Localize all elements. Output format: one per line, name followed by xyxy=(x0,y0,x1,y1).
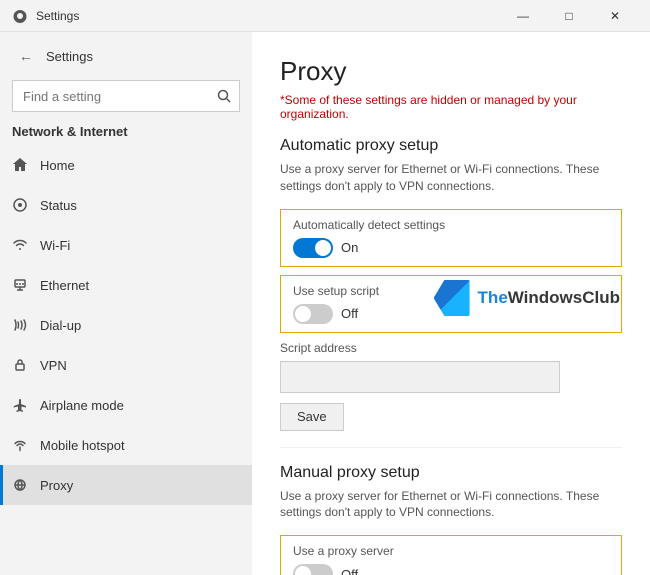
sidebar-item-status[interactable]: Status xyxy=(0,185,252,225)
sidebar-nav-top: ← Settings xyxy=(0,36,252,76)
setup-script-toggle-knob xyxy=(295,306,311,322)
status-icon xyxy=(12,197,28,213)
sidebar-item-label-vpn: VPN xyxy=(40,358,67,373)
org-warning: *Some of these settings are hidden or ma… xyxy=(280,93,622,121)
sidebar-item-label-status: Status xyxy=(40,198,77,213)
manual-section-title: Manual proxy setup xyxy=(280,464,622,482)
auto-section-desc: Use a proxy server for Ethernet or Wi-Fi… xyxy=(280,161,622,195)
close-button[interactable]: ✕ xyxy=(592,0,638,32)
sidebar-item-label-proxy: Proxy xyxy=(40,478,73,493)
title-bar-left: Settings xyxy=(12,8,500,24)
setup-script-box: Use setup script Off xyxy=(280,275,622,333)
sidebar: ← Settings Network & Internet Home xyxy=(0,32,252,575)
sidebar-item-label-dialup: Dial-up xyxy=(40,318,81,333)
manual-section-desc: Use a proxy server for Ethernet or Wi-Fi… xyxy=(280,488,622,522)
title-bar-controls: — □ ✕ xyxy=(500,0,638,32)
sidebar-item-ethernet[interactable]: Ethernet xyxy=(0,265,252,305)
sidebar-item-label-hotspot: Mobile hotspot xyxy=(40,438,125,453)
use-proxy-state: Off xyxy=(341,567,358,575)
use-proxy-box: Use a proxy server Off xyxy=(280,535,622,575)
sidebar-item-dialup[interactable]: Dial-up xyxy=(0,305,252,345)
settings-icon xyxy=(12,8,28,24)
ethernet-icon xyxy=(12,277,28,293)
sidebar-item-label-wifi: Wi-Fi xyxy=(40,238,70,253)
search-icon xyxy=(217,89,231,103)
content-area: Proxy *Some of these settings are hidden… xyxy=(252,32,650,575)
title-bar-title: Settings xyxy=(36,9,79,23)
auto-detect-state: On xyxy=(341,240,358,255)
airplane-icon xyxy=(12,397,28,413)
use-proxy-label: Use a proxy server xyxy=(293,544,609,558)
proxy-icon xyxy=(12,477,28,493)
page-title: Proxy xyxy=(280,56,622,87)
auto-detect-toggle[interactable] xyxy=(293,238,333,258)
auto-detect-label: Automatically detect settings xyxy=(293,218,609,232)
hotspot-icon xyxy=(12,437,28,453)
sidebar-item-label-home: Home xyxy=(40,158,75,173)
use-proxy-toggle-row: Off xyxy=(293,564,609,575)
back-button[interactable]: ← xyxy=(12,42,40,70)
setup-script-toggle-row: Off xyxy=(293,304,609,324)
sidebar-item-wifi[interactable]: Wi-Fi xyxy=(0,225,252,265)
vpn-icon xyxy=(12,357,28,373)
app-body: ← Settings Network & Internet Home xyxy=(0,32,650,575)
maximize-button[interactable]: □ xyxy=(546,0,592,32)
minimize-button[interactable]: — xyxy=(500,0,546,32)
sidebar-item-label-ethernet: Ethernet xyxy=(40,278,89,293)
use-proxy-toggle-knob xyxy=(295,566,311,575)
sidebar-item-vpn[interactable]: VPN xyxy=(0,345,252,385)
sidebar-item-proxy[interactable]: Proxy xyxy=(0,465,252,505)
setup-script-toggle[interactable] xyxy=(293,304,333,324)
dialup-icon xyxy=(12,317,28,333)
wifi-icon xyxy=(12,237,28,253)
script-address-label: Script address xyxy=(280,341,622,355)
auto-detect-box: Automatically detect settings On xyxy=(280,209,622,267)
section-divider xyxy=(280,447,622,448)
sidebar-item-hotspot[interactable]: Mobile hotspot xyxy=(0,425,252,465)
sidebar-app-title: Settings xyxy=(46,49,93,64)
setup-script-label: Use setup script xyxy=(293,284,609,298)
home-icon xyxy=(12,157,28,173)
title-bar: Settings — □ ✕ xyxy=(0,0,650,32)
setup-script-state: Off xyxy=(341,306,358,321)
search-button[interactable] xyxy=(208,80,240,112)
auto-detect-toggle-row: On xyxy=(293,238,609,258)
save-button[interactable]: Save xyxy=(280,403,344,431)
auto-detect-toggle-knob xyxy=(315,240,331,256)
auto-section-title: Automatic proxy setup xyxy=(280,137,622,155)
sidebar-item-label-airplane: Airplane mode xyxy=(40,398,124,413)
sidebar-section-label: Network & Internet xyxy=(0,120,252,145)
search-box xyxy=(12,80,240,112)
sidebar-item-home[interactable]: Home xyxy=(0,145,252,185)
sidebar-item-airplane[interactable]: Airplane mode xyxy=(0,385,252,425)
search-input[interactable] xyxy=(12,80,240,112)
use-proxy-toggle[interactable] xyxy=(293,564,333,575)
script-address-input[interactable] xyxy=(280,361,560,393)
